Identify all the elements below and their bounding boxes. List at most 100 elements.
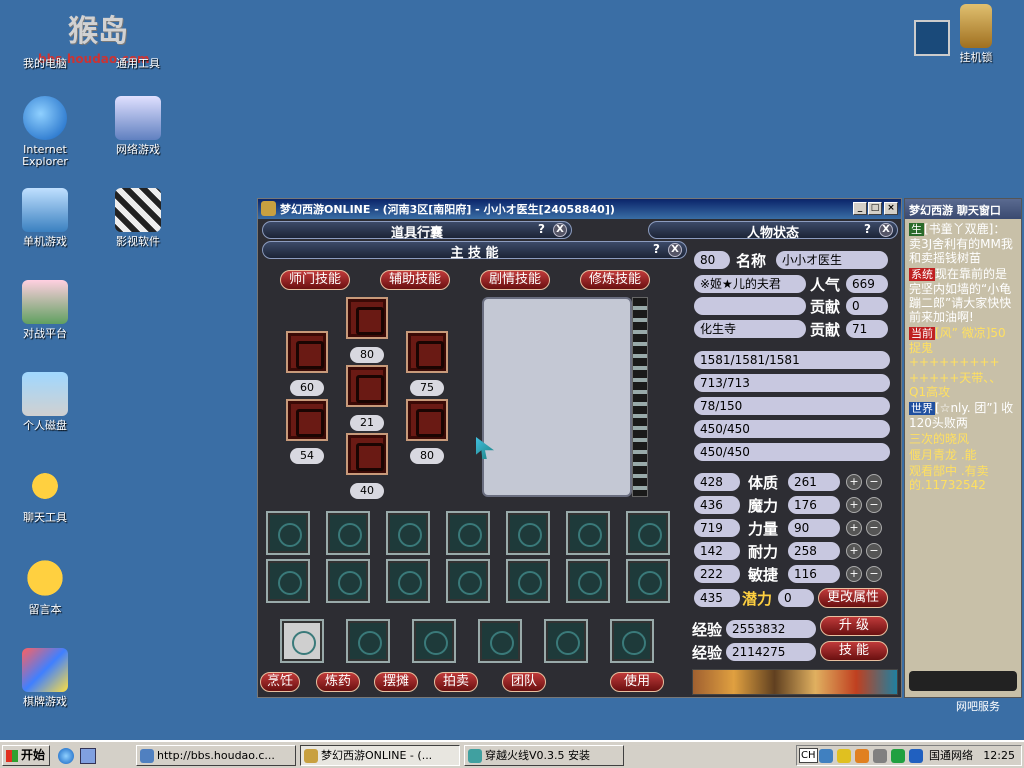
desktop-icon-lock[interactable]: 挂机锁 [936,4,1016,64]
minimize-button[interactable]: _ [853,202,867,215]
skill-icon[interactable] [406,399,448,441]
tab-sect-skills[interactable]: 师门技能 [280,270,350,290]
desktop-icon-tools[interactable]: 通用工具 [98,10,178,70]
chat-toolbar[interactable] [909,671,1017,691]
tray-icon[interactable] [819,749,833,763]
inventory-slot[interactable] [626,511,670,555]
auction-button[interactable]: 拍卖 [434,672,478,692]
inventory-slot[interactable] [446,511,490,555]
minus-icon[interactable]: − [866,543,882,559]
minus-icon[interactable]: − [866,520,882,536]
team-button[interactable]: 团队 [502,672,546,692]
desktop-icon-battle-platform[interactable]: 对战平台 [5,280,85,340]
help-icon[interactable]: ? [864,222,871,236]
taskbar-task-game[interactable]: 梦幻西游ONLINE - (... [300,745,460,766]
tray-icon[interactable] [891,749,905,763]
taskbar-task-browser[interactable]: http://bbs.houdao.c... [136,745,296,766]
channel-tag: 世界 [909,402,935,415]
tray-icon[interactable] [855,749,869,763]
inventory-slot[interactable] [446,559,490,603]
skill-panel-header[interactable]: 主 技 能 ? X [262,241,687,261]
use-button[interactable]: 使用 [610,672,664,692]
alchemy-button[interactable]: 炼药 [316,672,360,692]
plus-icon[interactable]: + [846,474,862,490]
skill-icon[interactable] [346,297,388,339]
plus-icon[interactable]: + [846,543,862,559]
desktop-icon-label: Internet Explorer [22,143,68,168]
help-icon[interactable]: ? [653,242,660,256]
desktop-icon-ie[interactable]: Internet Explorer [5,96,85,168]
desktop-icon-guestbook[interactable]: 留言本 [5,556,85,616]
desktop-icon-board-games[interactable]: 棋牌游戏 [5,648,85,708]
inventory-slot[interactable] [544,619,588,663]
quick-launch-ie-icon[interactable] [58,748,74,764]
desktop-icon-label: 我的电脑 [23,57,67,70]
desktop-icon-video[interactable]: 影视软件 [98,188,178,248]
close-icon[interactable]: X [668,243,682,257]
game-toolbar[interactable] [692,669,898,695]
desktop-icon-single-games[interactable]: 单机游戏 [5,188,85,248]
inventory-slot[interactable] [386,559,430,603]
skill-level: 40 [350,483,384,499]
chat-window[interactable]: 梦幻西游 聊天窗口 生 [书童丫双鹿]：卖3J舍利有的MM我和卖摇钱树苗 系统 现在… [904,198,1022,698]
inventory-slot[interactable] [566,559,610,603]
chat-message: 生 [书童丫双鹿]：卖3J舍利有的MM我和卖摇钱树苗 [909,222,1017,265]
inventory-slot[interactable] [266,511,310,555]
close-icon[interactable]: X [553,223,567,237]
plus-icon[interactable]: + [846,520,862,536]
inventory-slot[interactable] [412,619,456,663]
inventory-slot[interactable] [506,559,550,603]
skills-button[interactable]: 技 能 [820,641,888,661]
skill-icon[interactable] [346,365,388,407]
equipment-slot[interactable] [280,619,324,663]
level-up-button[interactable]: 升 级 [820,616,888,636]
inventory-slot[interactable] [386,511,430,555]
inventory-slot[interactable] [506,511,550,555]
start-button[interactable]: 开始 [2,745,50,766]
game-window-titlebar[interactable]: 梦幻西游ONLINE - (河南3区[南阳府] - 小小オ医生[24058840… [258,199,901,219]
close-icon[interactable]: X [879,223,893,237]
desktop-icon-personal-disk[interactable]: 个人磁盘 [5,372,85,432]
desktop-icon-my-computer[interactable]: 我的电脑 [5,10,85,70]
change-attributes-button[interactable]: 更改属性 [818,588,888,608]
minus-icon[interactable]: − [866,497,882,513]
desktop-icon-online-games[interactable]: 网络游戏 [98,96,178,156]
maximize-button[interactable]: □ [868,202,882,215]
close-button[interactable]: × [884,202,898,215]
stat-left-value: 719 [694,519,740,537]
skill-icon[interactable] [286,331,328,373]
help-icon[interactable]: ? [538,222,545,236]
inventory-slot[interactable] [478,619,522,663]
inventory-slot[interactable] [610,619,654,663]
tray-icon[interactable] [873,749,887,763]
tab-cultivation-skills[interactable]: 修炼技能 [580,270,650,290]
tab-story-skills[interactable]: 剧情技能 [480,270,550,290]
quick-launch-desktop-icon[interactable] [80,748,96,764]
skill-icon[interactable] [346,433,388,475]
tray-icon[interactable] [909,749,923,763]
minus-icon[interactable]: − [866,474,882,490]
cooking-button[interactable]: 烹饪 [260,672,300,692]
plus-icon[interactable]: + [846,497,862,513]
character-panel-header[interactable]: 人物状态 ? X [648,221,898,241]
tab-support-skills[interactable]: 辅助技能 [380,270,450,290]
item-panel-header[interactable]: 道具行囊 ? X [262,221,572,241]
plus-icon[interactable]: + [846,566,862,582]
game-window[interactable]: 梦幻西游ONLINE - (河南3区[南阳府] - 小小オ医生[24058840… [257,198,902,698]
skill-icon[interactable] [406,331,448,373]
minus-icon[interactable]: − [866,566,882,582]
skill-icon[interactable] [286,399,328,441]
inventory-slot[interactable] [566,511,610,555]
desktop-icon-chat-tools[interactable]: 聊天工具 [5,464,85,524]
inventory-slot[interactable] [326,511,370,555]
channel-tag: 当前 [909,327,935,340]
inventory-slot[interactable] [346,619,390,663]
inventory-slot[interactable] [326,559,370,603]
inventory-slot[interactable] [266,559,310,603]
ime-indicator[interactable]: CH [799,748,818,763]
inventory-slot[interactable] [626,559,670,603]
stall-button[interactable]: 摆摊 [374,672,418,692]
taskbar-task-installer[interactable]: 穿越火线V0.3.5 安装 [464,745,624,766]
skill-description-scrollbar[interactable] [632,297,648,497]
qq-icon[interactable] [837,749,851,763]
